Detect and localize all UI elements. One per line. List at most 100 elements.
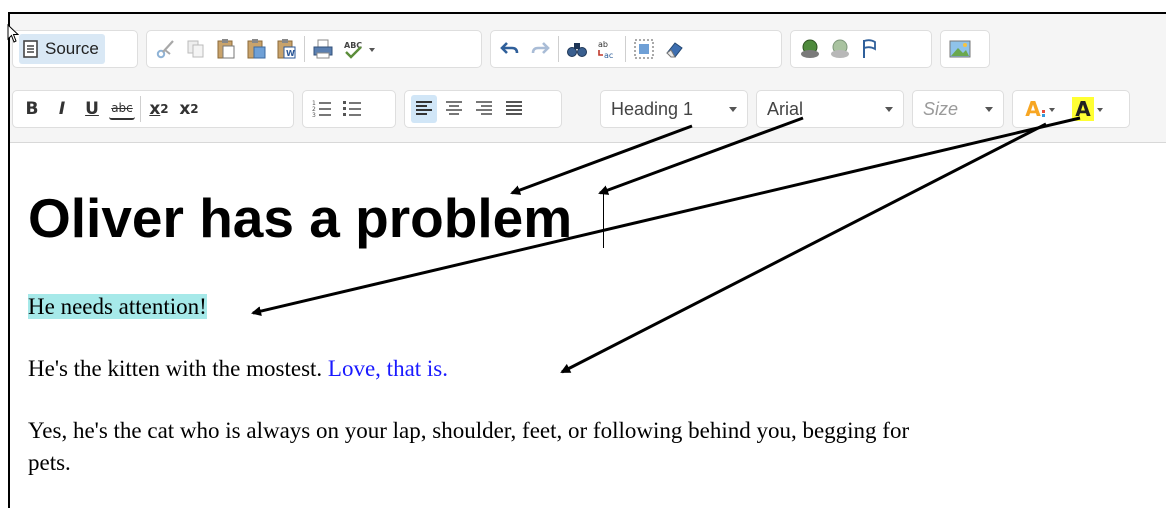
cut-icon <box>156 40 174 59</box>
justify-button[interactable] <box>501 95 527 123</box>
unlink-icon <box>831 39 849 58</box>
font-combo[interactable]: Arial <box>756 90 904 128</box>
size-combo[interactable]: Size <box>912 90 1004 128</box>
print-icon <box>313 39 333 59</box>
paragraph-2-text: He's the kitten with the mostest. <box>28 356 328 381</box>
paragraph-2: He's the kitten with the mostest. Love, … <box>28 356 448 382</box>
editor-content[interactable]: Oliver has a problem He needs attention!… <box>10 144 1166 508</box>
underline-button[interactable]: U <box>79 95 105 123</box>
highlighted-text: He needs attention! <box>28 294 207 319</box>
remove-format-button[interactable] <box>661 35 687 63</box>
bulleted-list-icon <box>343 101 361 116</box>
bold-button[interactable]: B <box>19 95 45 123</box>
text-caret <box>603 190 604 248</box>
cut-button[interactable] <box>153 35 179 63</box>
svg-text:3: 3 <box>312 112 316 119</box>
chevron-down-icon <box>729 107 737 112</box>
align-center-icon <box>446 101 462 115</box>
unlink-button[interactable] <box>827 35 853 63</box>
replace-icon: ab ac <box>598 40 613 60</box>
align-right-button[interactable] <box>471 95 497 123</box>
basic-styles-group: B I U abc x2 x2 <box>12 90 294 128</box>
link-icon <box>801 39 819 58</box>
spellcheck-button[interactable]: ABC <box>340 35 380 63</box>
superscript-label: x <box>179 99 191 119</box>
editor-toolbar: Source W ABC ab ac B I U abc x 2 x 2 1 2… <box>10 14 1166 143</box>
source-doc-icon <box>23 40 38 58</box>
copy-icon <box>187 40 204 58</box>
bg-color-label: A <box>1072 97 1094 121</box>
undo-button[interactable] <box>497 35 523 63</box>
align-right-icon <box>476 101 492 115</box>
align-left-button[interactable] <box>411 95 437 123</box>
source-label: Source <box>45 39 99 58</box>
paste-button[interactable] <box>213 35 239 63</box>
colors-group: A A <box>1012 90 1130 128</box>
chevron-down-icon <box>885 107 893 112</box>
bulleted-list-button[interactable] <box>339 95 365 123</box>
replace-button[interactable]: ab ac <box>594 35 620 63</box>
paragraph-3-line-1: Yes, he's the cat who is always on your … <box>28 418 910 443</box>
spellcheck-icon: ABC <box>344 41 375 59</box>
link-button[interactable] <box>797 35 823 63</box>
find-icon <box>567 43 587 57</box>
mouse-cursor-icon <box>7 24 20 43</box>
align-left-icon <box>416 101 432 115</box>
print-button[interactable] <box>310 35 336 63</box>
links-group <box>790 30 932 68</box>
undo-icon <box>500 42 519 54</box>
format-value: Heading 1 <box>611 98 694 119</box>
subscript-digit: 2 <box>160 102 169 116</box>
svg-text:ac: ac <box>604 51 613 60</box>
edit-group: ab ac <box>490 30 782 68</box>
svg-text:ab: ab <box>598 40 608 49</box>
paste-text-button[interactable] <box>243 35 269 63</box>
image-icon <box>949 40 971 58</box>
editor-frame: Source W ABC ab ac B I U abc x 2 x 2 1 2… <box>8 12 1166 508</box>
align-group <box>404 90 562 128</box>
underline-label: U <box>85 99 99 119</box>
paste-word-button[interactable]: W <box>273 35 299 63</box>
copy-button[interactable] <box>183 35 209 63</box>
blue-text: Love, that is. <box>327 356 449 381</box>
separator <box>625 36 626 62</box>
italic-label: I <box>58 99 66 119</box>
subscript-button[interactable]: x2 <box>146 95 172 123</box>
size-placeholder: Size <box>923 98 959 119</box>
bold-label: B <box>25 99 39 119</box>
align-center-button[interactable] <box>441 95 467 123</box>
chevron-down-icon <box>985 107 993 112</box>
paste-icon <box>217 39 235 59</box>
image-button[interactable] <box>947 35 973 63</box>
justify-icon <box>506 101 522 115</box>
format-combo[interactable]: Heading 1 <box>600 90 748 128</box>
find-button[interactable] <box>564 35 590 63</box>
paragraph-3-line-2: pets. <box>28 450 71 475</box>
superscript-digit: 2 <box>190 102 199 116</box>
separator <box>140 96 141 122</box>
text-color-palette-icon <box>1041 108 1055 117</box>
anchor-button[interactable] <box>857 35 883 63</box>
subscript-label: x <box>149 99 161 119</box>
text-color-button[interactable]: A <box>1019 95 1063 123</box>
select-all-button[interactable] <box>631 35 657 63</box>
source-button[interactable]: Source <box>19 34 105 64</box>
italic-button[interactable]: I <box>49 95 75 123</box>
superscript-button[interactable]: x2 <box>176 95 202 123</box>
redo-icon <box>531 42 550 54</box>
document-group: Source <box>12 30 138 68</box>
clipboard-group: W ABC <box>146 30 482 68</box>
font-value: Arial <box>767 98 804 119</box>
anchor-icon <box>863 39 876 58</box>
bg-color-button[interactable]: A <box>1067 95 1111 123</box>
insert-group <box>940 30 990 68</box>
separator <box>558 36 559 62</box>
redo-button[interactable] <box>527 35 553 63</box>
lists-group: 1 2 3 <box>302 90 396 128</box>
strikethrough-label: abc <box>111 101 133 115</box>
strikethrough-button[interactable]: abc <box>109 98 135 120</box>
remove-format-icon <box>666 42 683 58</box>
select-all-icon <box>634 39 654 59</box>
numbered-list-button[interactable]: 1 2 3 <box>309 95 335 123</box>
separator <box>304 36 305 62</box>
